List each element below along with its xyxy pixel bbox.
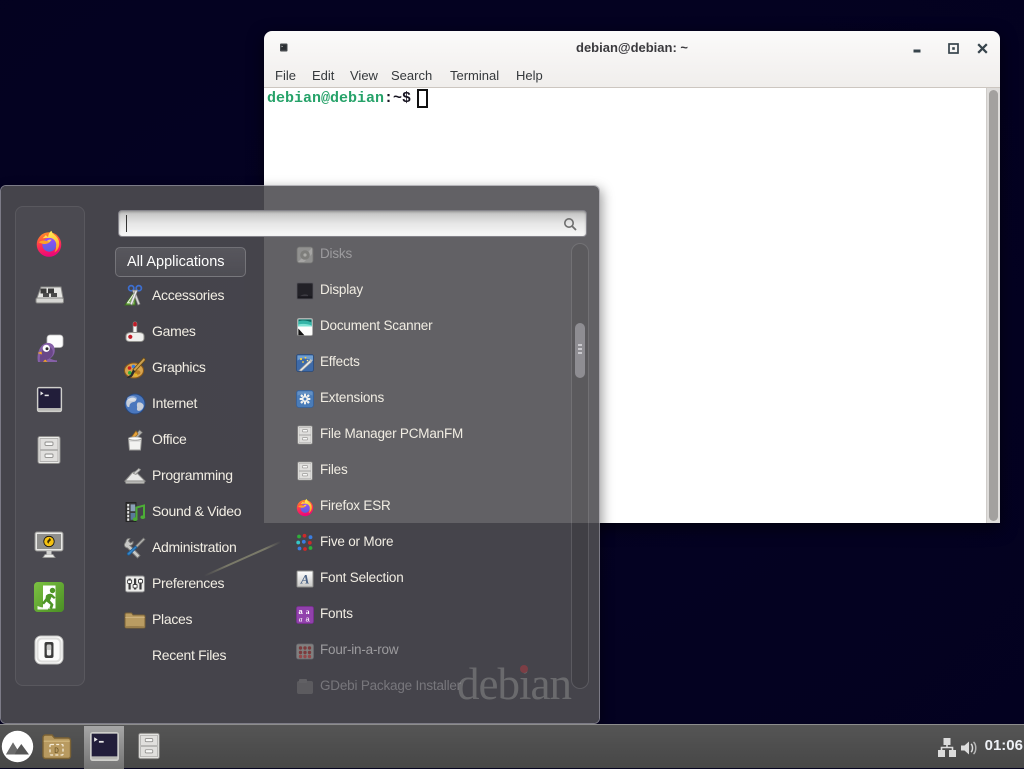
svg-text:A: A bbox=[300, 572, 310, 587]
svg-text:a: a bbox=[305, 617, 310, 625]
svg-text:a: a bbox=[306, 607, 310, 616]
svg-text:D: D bbox=[54, 747, 59, 756]
svg-text:a: a bbox=[299, 615, 303, 624]
